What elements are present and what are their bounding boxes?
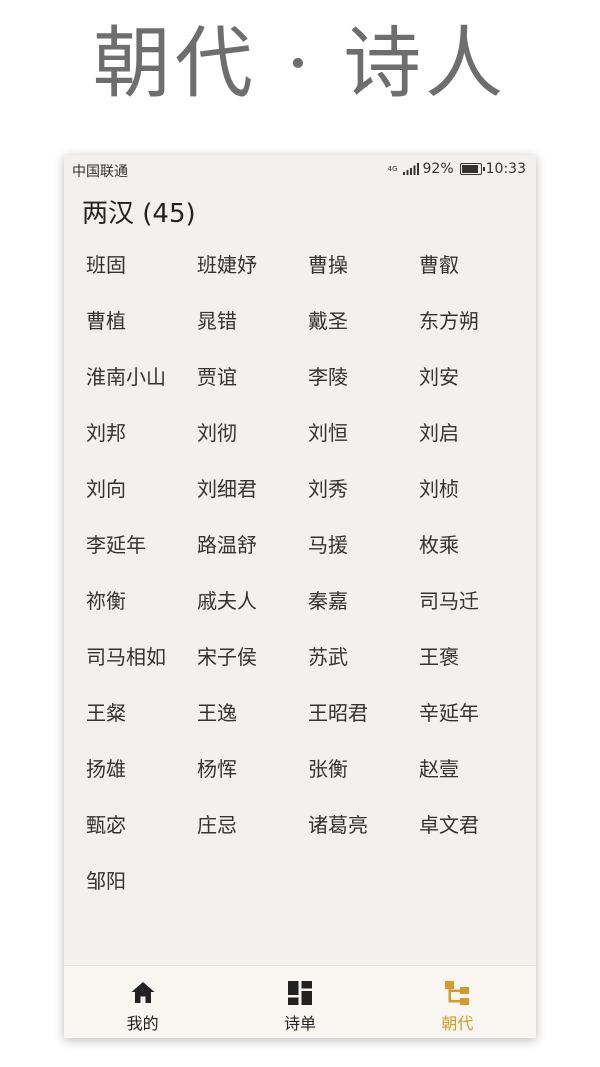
poet-item[interactable]: 秦嘉 (308, 573, 419, 629)
signal-icon (402, 163, 419, 175)
bottom-nav: 我的 诗单 朝代 (64, 965, 536, 1038)
battery-percent: 92% (422, 161, 454, 177)
poet-grid: 班固 班婕妤 曹操 曹叡 曹植 晁错 戴圣 东方朔 淮南小山 贾谊 李陵 刘安 … (86, 237, 534, 909)
poet-item[interactable]: 曹叡 (419, 237, 530, 293)
poet-item[interactable]: 王粲 (86, 685, 197, 741)
poet-item[interactable]: 刘秀 (308, 461, 419, 517)
poet-item[interactable]: 马援 (308, 517, 419, 573)
poet-item[interactable]: 宋子侯 (197, 629, 308, 685)
poet-item[interactable]: 庄忌 (197, 797, 308, 853)
poet-item[interactable]: 班婕妤 (197, 237, 308, 293)
poet-item[interactable]: 祢衡 (86, 573, 197, 629)
poet-item[interactable]: 淮南小山 (86, 349, 197, 405)
poet-item[interactable]: 戚夫人 (197, 573, 308, 629)
poet-item[interactable]: 苏武 (308, 629, 419, 685)
status-indicators: 4G 92% 10:33 (388, 161, 526, 177)
nav-tab-dynasty[interactable]: 朝代 (379, 966, 536, 1038)
poet-item[interactable]: 李陵 (308, 349, 419, 405)
poet-item[interactable]: 王褒 (419, 629, 530, 685)
banner-title: 朝代 · 诗人 (92, 19, 508, 109)
poet-item[interactable]: 戴圣 (308, 293, 419, 349)
poet-item[interactable]: 刘邦 (86, 405, 197, 461)
nav-tab-poem-list[interactable]: 诗单 (221, 966, 378, 1038)
poet-item[interactable]: 刘细君 (197, 461, 308, 517)
poet-item[interactable]: 张衡 (308, 741, 419, 797)
poet-item[interactable]: 李延年 (86, 517, 197, 573)
poet-item[interactable]: 路温舒 (197, 517, 308, 573)
carrier-label: 中国联通 (72, 164, 128, 180)
poet-item[interactable]: 辛延年 (419, 685, 530, 741)
poet-item[interactable]: 卓文君 (419, 797, 530, 853)
home-icon (131, 982, 155, 1003)
poet-item[interactable]: 晁错 (197, 293, 308, 349)
nav-label-poem-list: 诗单 (283, 1014, 316, 1033)
poet-item[interactable]: 王逸 (197, 685, 308, 741)
battery-icon (459, 163, 485, 175)
poet-item[interactable]: 甄宓 (86, 797, 197, 853)
poet-item[interactable]: 王昭君 (308, 685, 419, 741)
phone-screen: 中国联通 4G 92% 10:33 两汉 (45) 班固 班婕妤 曹操 曹叡 曹… (64, 155, 536, 1038)
poet-item[interactable]: 刘恒 (308, 405, 419, 461)
poet-item[interactable]: 曹操 (308, 237, 419, 293)
poet-item[interactable]: 扬雄 (86, 741, 197, 797)
poet-item[interactable]: 司马相如 (86, 629, 197, 685)
dynasty-title: 两汉 (45) (82, 199, 196, 229)
poet-item[interactable]: 杨恽 (197, 741, 308, 797)
poet-item[interactable]: 刘向 (86, 461, 197, 517)
poet-item[interactable]: 刘彻 (197, 405, 308, 461)
poet-item[interactable]: 司马迁 (419, 573, 530, 629)
poet-item[interactable]: 枚乘 (419, 517, 530, 573)
poet-item[interactable]: 邹阳 (86, 853, 197, 909)
nav-tab-mine[interactable]: 我的 (64, 966, 221, 1038)
grid-icon (287, 981, 312, 1005)
clock: 10:33 (485, 161, 526, 177)
nav-label-mine: 我的 (126, 1014, 159, 1033)
poet-item[interactable]: 班固 (86, 237, 197, 293)
poet-item[interactable]: 曹植 (86, 293, 197, 349)
poet-item[interactable]: 刘桢 (419, 461, 530, 517)
poet-item[interactable]: 赵壹 (419, 741, 530, 797)
nav-label-dynasty: 朝代 (441, 1014, 474, 1033)
poet-item[interactable]: 刘启 (419, 405, 530, 461)
poet-item[interactable]: 贾谊 (197, 349, 308, 405)
poet-item[interactable]: 东方朔 (419, 293, 530, 349)
poet-item[interactable]: 诸葛亮 (308, 797, 419, 853)
network-label: 4G (387, 164, 398, 173)
dynasty-icon (445, 981, 470, 1005)
status-bar: 中国联通 4G 92% 10:33 (64, 155, 536, 185)
poet-item[interactable]: 刘安 (419, 349, 530, 405)
